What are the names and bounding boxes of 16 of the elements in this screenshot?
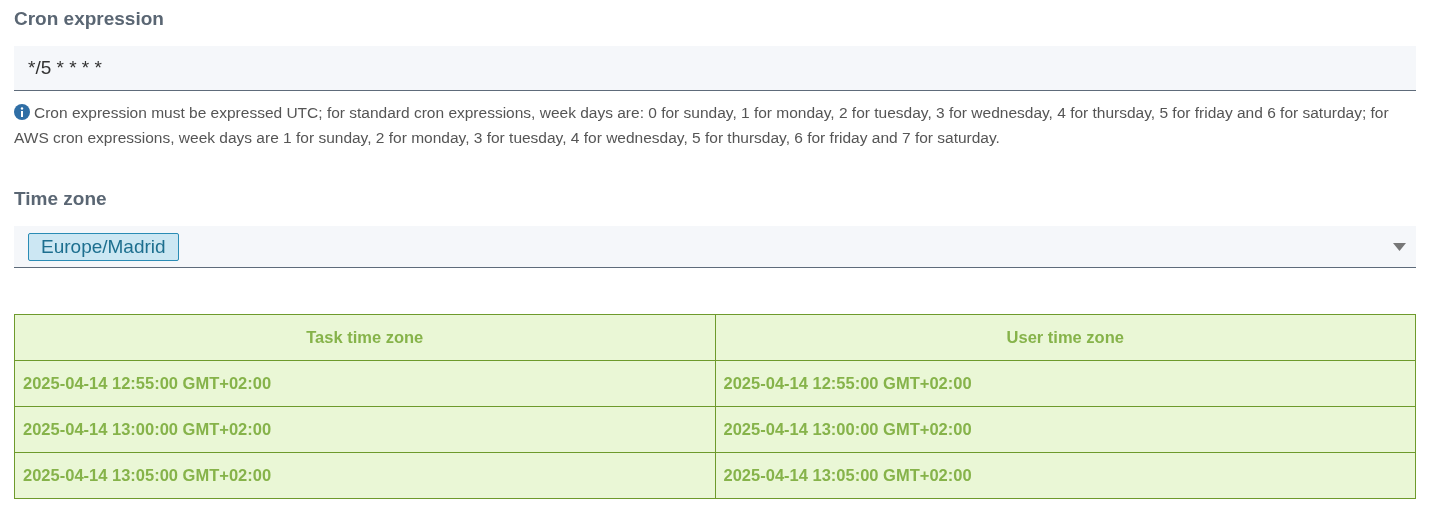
table-cell: 2025-04-14 13:05:00 GMT+02:00 xyxy=(14,452,715,499)
table-cell: 2025-04-14 12:55:00 GMT+02:00 xyxy=(715,360,1416,407)
table-cell: 2025-04-14 13:00:00 GMT+02:00 xyxy=(14,406,715,453)
time-zone-select[interactable]: Europe/Madrid xyxy=(14,226,1416,268)
caret-icon xyxy=(1393,242,1406,251)
table-cell: 2025-04-14 12:55:00 GMT+02:00 xyxy=(14,360,715,407)
field-label: Cron expression xyxy=(14,8,165,30)
field-label: Time zone xyxy=(14,188,108,210)
info-icon xyxy=(14,104,30,120)
help-text: Cron expression must be expressed UTC; for standard cron expressions, week days are: 0 for sunday, 1 for monday, 2 for tuesday, 3 for wednesday, 4 for thursday, 5 for friday and 6 for saturday; for AWS cron expressions, week days are 1 for sunday, 2 for monday, 3 for tuesday, 4 for wednesday, 5 for thursday, 6 for friday and 7 for saturday. xyxy=(14,103,1390,148)
table-cell: 2025-04-14 13:00:00 GMT+02:00 xyxy=(715,406,1416,453)
column-header: Task time zone xyxy=(14,314,715,361)
selected-tag: Europe/Madrid xyxy=(28,232,179,261)
cron-input-field[interactable]: */5 * * * * xyxy=(14,46,1416,91)
column-header: User time zone xyxy=(715,314,1416,361)
table-cell: 2025-04-14 13:05:00 GMT+02:00 xyxy=(715,452,1416,499)
